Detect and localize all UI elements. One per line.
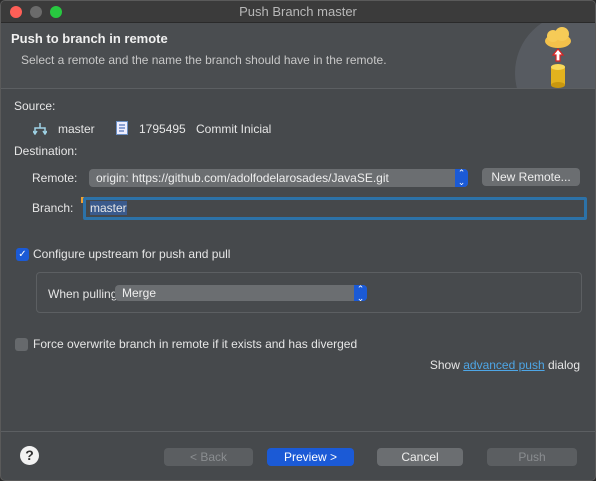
force-overwrite-checkbox[interactable] <box>15 338 28 351</box>
when-pulling-value: Merge <box>122 286 157 300</box>
window-title: Push Branch master <box>239 4 357 19</box>
branch-input[interactable]: master <box>83 197 587 220</box>
commit-message: Commit Inicial <box>196 122 272 136</box>
source-label: Source: <box>14 99 56 113</box>
chevron-updown-icon: ⌃ ⌄ <box>455 169 468 187</box>
remote-select[interactable]: origin: https://github.com/adolfodelaros… <box>89 169 468 187</box>
remote-label: Remote: <box>32 171 78 185</box>
push-button[interactable]: Push <box>487 448 577 466</box>
advanced-push-row: Show advanced push dialog <box>430 358 580 372</box>
configure-upstream-label: Configure upstream for push and pull <box>33 247 231 261</box>
destination-label: Destination: <box>14 144 78 158</box>
when-pulling-label: When pulling: <box>48 287 121 301</box>
preview-button[interactable]: Preview > <box>267 448 354 466</box>
branch-value: master <box>90 201 127 215</box>
branch-label: Branch: <box>32 201 74 215</box>
push-to-cloud-icon <box>545 27 571 88</box>
page-title: Push to branch in remote <box>11 31 168 46</box>
source-branch: master <box>58 122 95 136</box>
page-description: Select a remote and the name the branch … <box>21 53 387 67</box>
zoom-window-button[interactable] <box>50 6 62 18</box>
wizard-header: Push to branch in remote Select a remote… <box>1 23 595 89</box>
chevron-updown-icon: ⌃ ⌄ <box>354 285 367 303</box>
push-branch-dialog: Push Branch master Push to branch in rem… <box>0 0 596 481</box>
advanced-prefix: Show <box>429 358 460 372</box>
remote-value: origin: https://github.com/adolfodelaros… <box>96 171 389 185</box>
advanced-push-link[interactable]: advanced push <box>463 358 544 372</box>
back-button[interactable]: < Back <box>164 448 253 466</box>
cancel-button[interactable]: Cancel <box>377 448 463 466</box>
commit-id: 1795495 <box>139 122 186 136</box>
when-pulling-select[interactable]: Merge ⌃ ⌄ <box>115 285 367 303</box>
help-icon[interactable]: ? <box>20 446 39 465</box>
commit-icon <box>116 121 128 135</box>
configure-upstream-checkbox[interactable]: ✓ <box>16 248 29 261</box>
branch-icon <box>33 123 47 135</box>
advanced-suffix: dialog <box>547 358 580 372</box>
footer-divider <box>1 431 595 432</box>
new-remote-button[interactable]: New Remote... <box>482 168 580 186</box>
minimize-window-button[interactable] <box>30 6 42 18</box>
force-overwrite-label: Force overwrite branch in remote if it e… <box>33 337 358 351</box>
close-window-button[interactable] <box>10 6 22 18</box>
title-bar: Push Branch master <box>1 1 595 23</box>
